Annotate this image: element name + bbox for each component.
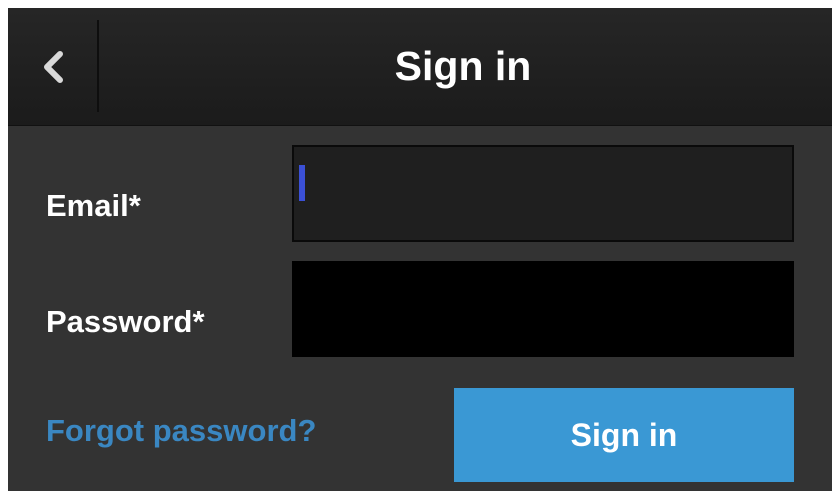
forgot-password-link[interactable]: Forgot password?: [46, 413, 316, 449]
password-field[interactable]: [292, 261, 794, 357]
text-cursor: [299, 165, 305, 201]
sign-in-button[interactable]: Sign in: [454, 388, 794, 482]
header-divider: [97, 20, 99, 112]
email-label: Email*: [46, 188, 141, 223]
chevron-left-icon: [41, 49, 65, 85]
page-title: Sign in: [394, 43, 532, 89]
header-bar: Sign in: [8, 8, 832, 126]
password-label: Password*: [46, 304, 205, 339]
email-field[interactable]: [292, 145, 794, 242]
sign-in-screen: Sign in Email* Password* Forgot password…: [8, 8, 832, 491]
back-button[interactable]: [8, 8, 97, 125]
